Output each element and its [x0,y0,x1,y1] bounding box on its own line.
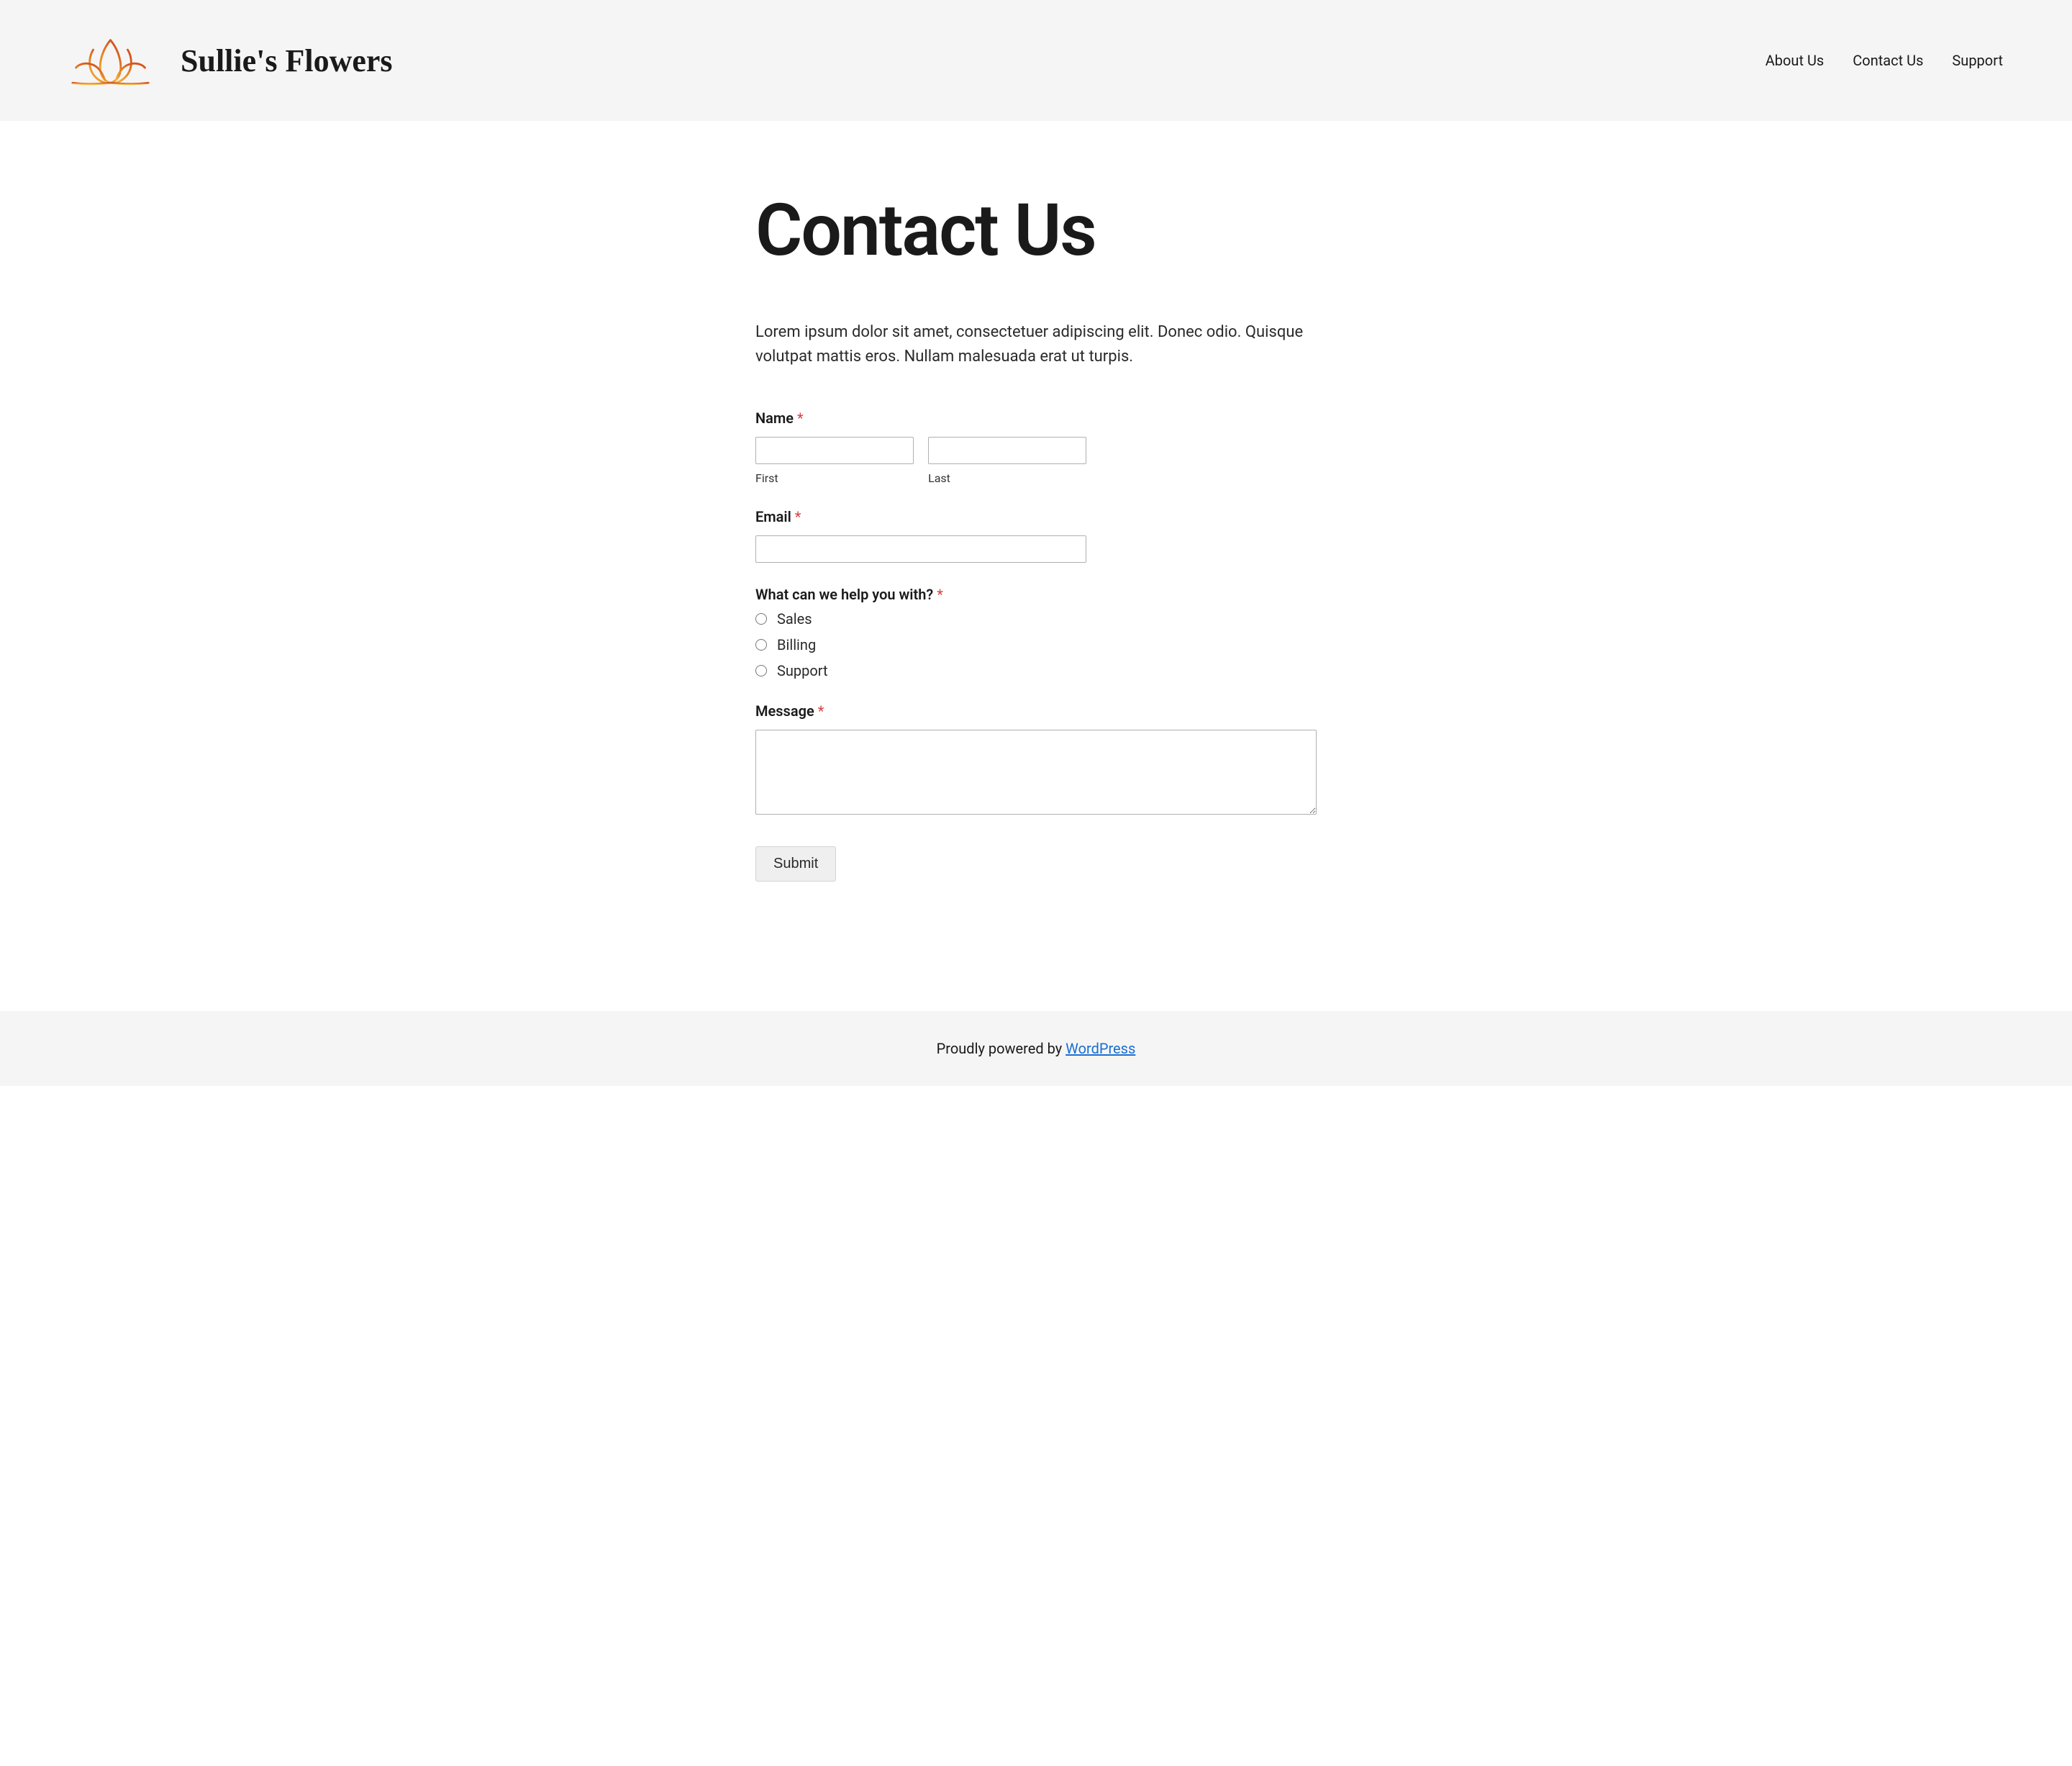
email-group: Email * [755,508,1317,563]
contact-form: Name * First Last Email * [755,409,1317,882]
first-sublabel: First [755,471,914,485]
radio-sales-label[interactable]: Sales [777,610,812,628]
radio-sales[interactable] [755,613,767,625]
required-marker: * [818,702,824,720]
site-footer: Proudly powered by WordPress [0,1011,2072,1086]
radio-option-billing: Billing [755,636,1317,653]
site-header: Sullie's Flowers About Us Contact Us Sup… [0,0,2072,121]
main-content: Contact Us Lorem ipsum dolor sit amet, c… [755,121,1317,1011]
nav-item-about[interactable]: About Us [1766,52,1825,69]
message-input[interactable] [755,730,1317,815]
last-name-input[interactable] [928,437,1086,464]
submit-button[interactable]: Submit [755,846,836,882]
radio-option-support: Support [755,662,1317,679]
first-name-input[interactable] [755,437,914,464]
message-label: Message * [755,702,1317,720]
name-label: Name * [755,409,1086,427]
name-group: Name * First Last [755,409,1086,485]
brand-name[interactable]: Sullie's Flowers [181,42,393,79]
intro-text: Lorem ipsum dolor sit amet, consectetuer… [755,320,1317,369]
footer-prefix: Proudly powered by [937,1040,1065,1057]
email-input[interactable] [755,535,1086,563]
message-group: Message * [755,702,1317,818]
required-marker: * [795,508,801,525]
lotus-icon [69,35,152,86]
radio-support-label[interactable]: Support [777,662,828,679]
email-label: Email * [755,508,1317,525]
topic-label-text: What can we help you with? [755,586,933,603]
topic-label: What can we help you with? * [755,586,1317,603]
brand: Sullie's Flowers [69,35,393,86]
radio-billing[interactable] [755,639,767,651]
page-title: Contact Us [755,193,1317,268]
topic-group: What can we help you with? * Sales Billi… [755,586,1317,679]
last-sublabel: Last [928,471,1086,485]
required-marker: * [937,586,943,603]
message-label-text: Message [755,702,814,720]
nav-item-contact[interactable]: Contact Us [1853,52,1923,69]
radio-billing-label[interactable]: Billing [777,636,816,653]
radio-option-sales: Sales [755,610,1317,628]
radio-support[interactable] [755,665,767,676]
footer-wordpress-link[interactable]: WordPress [1065,1040,1135,1057]
name-label-text: Name [755,409,794,427]
first-name-col: First [755,437,914,485]
last-name-col: Last [928,437,1086,485]
main-nav: About Us Contact Us Support [1766,52,2003,69]
nav-item-support[interactable]: Support [1952,52,2003,69]
email-label-text: Email [755,508,791,525]
name-row: First Last [755,437,1086,485]
required-marker: * [797,409,804,427]
